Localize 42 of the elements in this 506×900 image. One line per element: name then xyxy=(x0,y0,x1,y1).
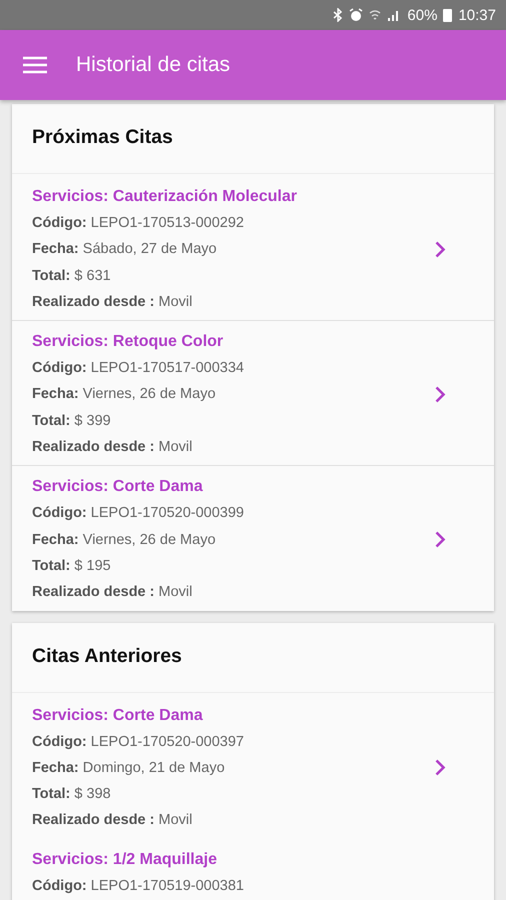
service-title: Servicios: Cauterización Molecular xyxy=(32,187,298,207)
detail-line: Código: LEPO1-170513-000292 xyxy=(32,214,245,233)
menu-button[interactable] xyxy=(23,55,47,75)
wifi-icon xyxy=(369,8,382,22)
detail-line: Realizado desde : Movil xyxy=(32,438,194,458)
screen-title: Historial de citas xyxy=(76,53,230,77)
detail-line: Fecha: Domingo, 21 de Mayo xyxy=(32,758,226,778)
detail-line: Fecha: Sábado, 27 de Mayo xyxy=(32,240,218,260)
appointment-item[interactable]: Servicios: Cauterización Molecular Código: LEPO1-170513-000292 Fecha: Sábado, 27 de Mayo Total: $ 631 Realizado desde : Movil xyxy=(12,174,494,320)
chevron-icon[interactable] xyxy=(435,759,446,776)
bluetooth-icon xyxy=(333,8,344,22)
menu-icon xyxy=(23,56,47,74)
detail-line: Realizado desde : Movil xyxy=(32,583,194,602)
section-heading: Próximas Citas xyxy=(12,104,494,174)
detail-line: Código: LEPO1-170520-000399 xyxy=(32,504,245,524)
detail-line: Código: LEPO1-170520-000397 xyxy=(32,732,245,752)
detail-line: Realizado desde : Movil xyxy=(32,811,194,830)
alarm-icon xyxy=(349,8,364,22)
service-title: Servicios: Corte Dama xyxy=(32,477,204,498)
chevron-icon[interactable] xyxy=(435,530,446,548)
detail-line: Total: $ 398 xyxy=(32,785,112,804)
service-title: Servicios: Corte Dama xyxy=(32,706,204,726)
detail-line: Código: LEPO1-170517-000334 xyxy=(32,359,245,378)
battery-icon xyxy=(443,8,452,22)
chevron-icon[interactable] xyxy=(435,240,446,258)
appointment-item[interactable]: Servicios: Corte Dama Código: LEPO1-170520-000399 Fecha: Viernes, 26 de Mayo Total: $ 195 Realizado desde : Movil xyxy=(12,465,494,611)
appointment-item[interactable]: Servicios: Corte Dama Código: LEPO1-170520-000397 Fecha: Domingo, 21 de Mayo Total: $ 398 Realizado desde : Movil xyxy=(12,692,494,839)
detail-line: Total: $ 195 xyxy=(32,556,112,576)
chevron-icon[interactable] xyxy=(435,386,446,403)
battery-level: 60% xyxy=(407,6,438,24)
appointment-item[interactable]: Servicios: Retoque Color Código: LEPO1-170517-000334 Fecha: Viernes, 26 de Mayo Total: $ 399 Realizado desde : Movil xyxy=(12,320,494,466)
detail-line: Código: LEPO1-170519-000381 xyxy=(32,876,245,896)
detail-line: Realizado desde : Movil xyxy=(32,292,194,312)
detail-line: Total: $ 399 xyxy=(32,412,112,431)
appointment-item[interactable]: Servicios: 1/2 Maquillaje Código: LEPO1-170519-000381 xyxy=(12,838,494,900)
service-title: Servicios: 1/2 Maquillaje xyxy=(32,850,218,870)
detail-line: Total: $ 631 xyxy=(32,266,112,286)
clock-time: 10:37 xyxy=(458,6,496,24)
service-title: Servicios: Retoque Color xyxy=(32,332,224,352)
detail-line: Fecha: Viernes, 26 de Mayo xyxy=(32,530,217,550)
detail-line: Fecha: Viernes, 26 de Mayo xyxy=(32,385,217,404)
section-heading: Citas Anteriores xyxy=(12,622,494,693)
